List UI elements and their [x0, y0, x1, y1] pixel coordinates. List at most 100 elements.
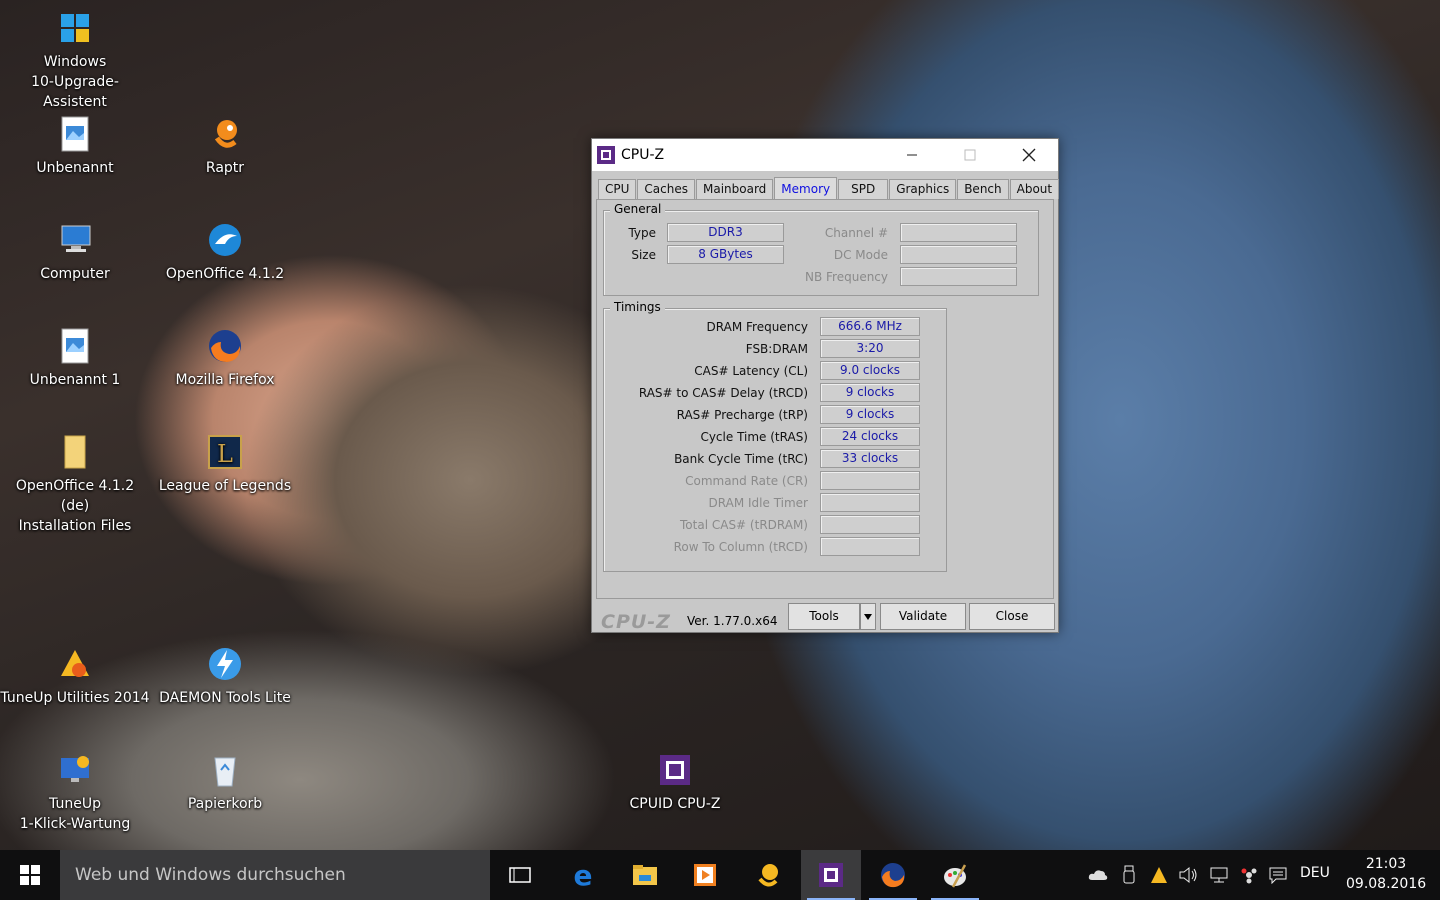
desktop-icon-windows-upgrade[interactable]: Windows 10-Upgrade-Assistent — [0, 8, 150, 112]
tab-cpu[interactable]: CPU — [598, 179, 637, 199]
volume-icon[interactable] — [1179, 865, 1199, 885]
onedrive-icon[interactable] — [1088, 865, 1108, 885]
desktop-icon-openoffice-files[interactable]: OpenOffice 4.1.2 (de) Installation Files — [0, 432, 150, 536]
taskbar-media-player[interactable] — [675, 850, 735, 900]
system-clock[interactable]: 21:03 09.08.2016 — [1346, 854, 1426, 894]
command-rate-label: Command Rate (CR) — [685, 474, 808, 488]
ras-precharge-value: 9 clocks — [820, 405, 920, 424]
title-bar[interactable]: CPU-Z — [592, 139, 1058, 171]
desktop-icon-tuneup-wartung[interactable]: TuneUp 1-Klick-Wartung — [0, 750, 150, 834]
fsb-dram-value: 3:20 — [820, 339, 920, 358]
ras-precharge-label: RAS# Precharge (tRP) — [676, 408, 808, 422]
dram-frequency-label: DRAM Frequency — [706, 320, 808, 334]
desktop-icon-label: TuneUp Utilities 2014 — [0, 690, 150, 706]
tab-spd[interactable]: SPD — [838, 179, 889, 199]
raptr-icon — [205, 114, 245, 154]
image-file-icon — [55, 326, 95, 366]
image-file-icon — [55, 114, 95, 154]
task-view-icon — [509, 867, 531, 883]
cycle-time-label: Cycle Time (tRAS) — [700, 430, 808, 444]
desktop-icon-papierkorb[interactable]: Papierkorb — [150, 750, 300, 814]
desktop-icon-label: OpenOffice 4.1.2 — [165, 266, 285, 282]
tuneup-tray-icon[interactable] — [1149, 865, 1169, 885]
folder-icon — [55, 432, 95, 472]
desktop-icon-label: OpenOffice 4.1.2 (de) Installation Files — [15, 478, 135, 534]
close-icon — [1022, 148, 1036, 162]
tab-about[interactable]: About — [1009, 179, 1060, 199]
ras-to-cas-label: RAS# to CAS# Delay (tRCD) — [638, 386, 808, 400]
tuneup-utilities-icon — [55, 644, 95, 684]
windows-upgrade-icon — [55, 8, 95, 48]
general-legend: General — [610, 202, 666, 216]
edge-icon: e — [574, 861, 593, 889]
taskbar-file-explorer[interactable] — [615, 850, 675, 900]
usb-device-icon[interactable] — [1119, 865, 1139, 885]
cpuz-icon — [655, 750, 695, 790]
desktop-icon-unbenannt[interactable]: Unbenannt — [0, 114, 150, 178]
taskbar-paint[interactable] — [925, 850, 985, 900]
clock-date: 09.08.2016 — [1346, 876, 1427, 892]
tools-dropdown-button[interactable] — [860, 603, 876, 630]
dc-mode-value — [900, 245, 1017, 264]
daemon-tools-icon — [205, 644, 245, 684]
timings-legend: Timings — [610, 300, 665, 314]
maximize-icon — [964, 149, 976, 161]
nb-frequency-value — [900, 267, 1017, 286]
desktop-icon-unbenannt-1[interactable]: Unbenannt 1 — [0, 326, 150, 390]
tab-caches[interactable]: Caches — [637, 179, 695, 199]
desktop-icon-label: Unbenannt 1 — [29, 372, 121, 388]
dc-mode-label: DC Mode — [833, 248, 888, 262]
taskbar-edge[interactable]: e — [553, 850, 613, 900]
desktop-icon-openoffice[interactable]: OpenOffice 4.1.2 — [150, 220, 300, 284]
cycle-time-value: 24 clocks — [820, 427, 920, 446]
tools-button[interactable]: Tools — [788, 603, 860, 630]
windows-logo-icon — [20, 865, 40, 885]
row-to-column-label: Row To Column (tRCD) — [673, 540, 808, 554]
desktop-icon-cpuz[interactable]: CPUID CPU-Z — [600, 750, 750, 814]
desktop-icon-league-of-legends[interactable]: L League of Legends — [150, 432, 300, 496]
desktop-icon-raptr[interactable]: Raptr — [150, 114, 300, 178]
paint-icon — [944, 864, 967, 888]
tab-bench[interactable]: Bench — [957, 179, 1009, 199]
task-view-button[interactable] — [490, 850, 550, 900]
network-icon[interactable] — [1209, 865, 1229, 885]
input-language[interactable]: DEU — [1300, 865, 1330, 881]
desktop-icon-tuneup-utilities[interactable]: TuneUp Utilities 2014 — [0, 644, 150, 708]
timings-group: Timings DRAM Frequency 666.6 MHz FSB:DRA… — [603, 300, 947, 572]
media-player-icon — [694, 864, 716, 886]
razer-tray-icon[interactable] — [1239, 865, 1259, 885]
taskbar-cpuz[interactable] — [801, 850, 861, 900]
cpuz-window[interactable]: CPU-Z CPU Caches Mainboard Memory SPD Gr… — [591, 138, 1060, 633]
tools-button-label: Tools — [809, 609, 839, 623]
maximize-button[interactable] — [947, 139, 993, 171]
dram-idle-timer-label: DRAM Idle Timer — [708, 496, 808, 510]
chevron-down-icon — [864, 614, 872, 620]
validate-button[interactable]: Validate — [880, 603, 966, 630]
action-center-icon[interactable] — [1268, 865, 1288, 885]
desktop-icon-label: CPUID CPU-Z — [629, 796, 721, 812]
tab-graphics[interactable]: Graphics — [889, 179, 957, 199]
channel-value — [900, 223, 1017, 242]
taskbar: Web und Windows durchsuchen e DEU 21:03 … — [0, 850, 1440, 900]
recycle-bin-icon — [205, 750, 245, 790]
tab-memory[interactable]: Memory — [774, 177, 838, 199]
bank-cycle-time-value: 33 clocks — [820, 449, 920, 468]
row-to-column-value — [820, 537, 920, 556]
taskbar-raptr[interactable] — [738, 850, 798, 900]
desktop-icon-label: Windows 10-Upgrade-Assistent — [31, 54, 119, 110]
start-button[interactable] — [0, 850, 60, 900]
desktop-icon-computer[interactable]: Computer — [0, 220, 150, 284]
search-box[interactable]: Web und Windows durchsuchen — [60, 850, 490, 900]
type-label: Type — [628, 226, 656, 240]
desktop-icon-firefox[interactable]: Mozilla Firefox — [150, 326, 300, 390]
taskbar-firefox[interactable] — [863, 850, 923, 900]
tab-mainboard[interactable]: Mainboard — [695, 179, 774, 199]
close-button[interactable] — [1006, 139, 1052, 171]
minimize-icon — [907, 154, 917, 156]
close-dialog-button[interactable]: Close — [969, 603, 1055, 630]
minimize-button[interactable] — [889, 139, 935, 171]
tuneup-wartung-icon — [55, 750, 95, 790]
nb-frequency-label: NB Frequency — [804, 270, 888, 284]
desktop-icon-daemon-tools[interactable]: DAEMON Tools Lite — [150, 644, 300, 708]
raptr-icon — [758, 864, 778, 887]
